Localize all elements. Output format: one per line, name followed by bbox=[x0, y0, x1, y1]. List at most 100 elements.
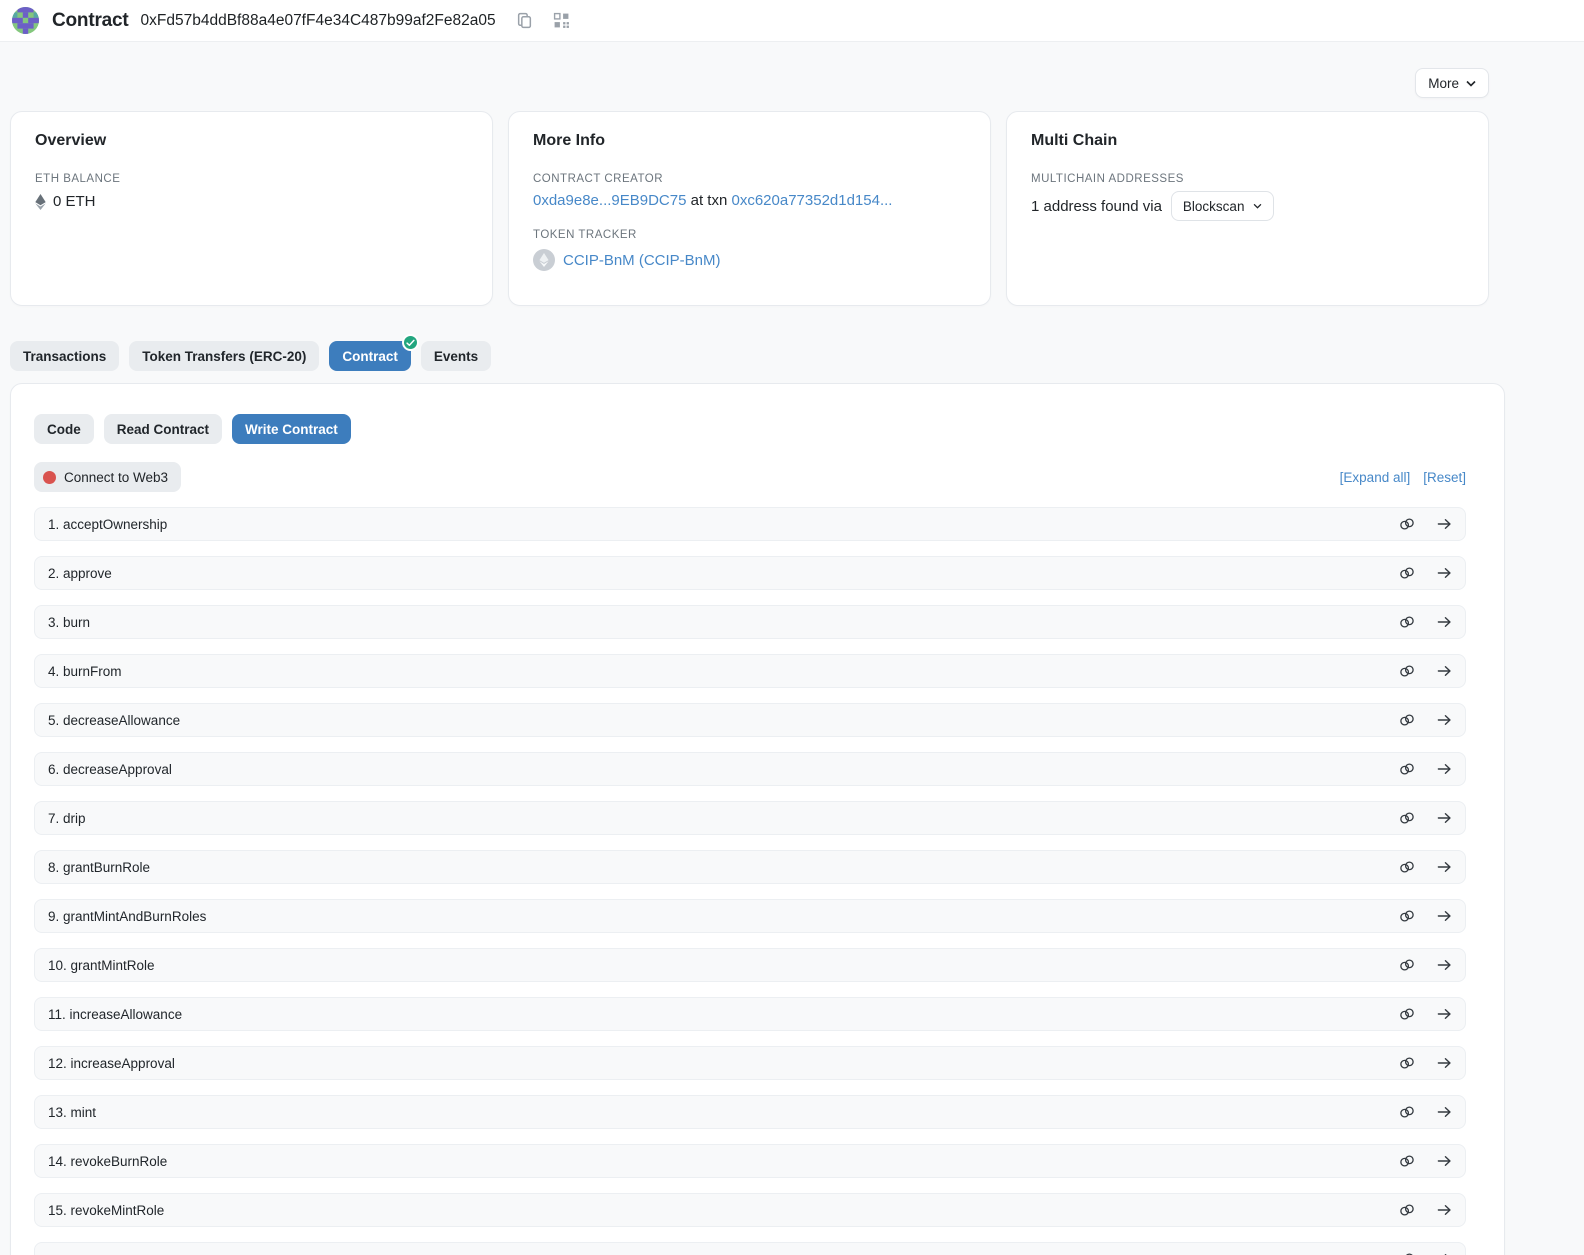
contract-creator-label: CONTRACT CREATOR bbox=[533, 173, 966, 185]
contract-panel: Code Read Contract Write Contract Connec… bbox=[10, 383, 1505, 1255]
eth-balance-label: ETH BALANCE bbox=[35, 173, 468, 185]
function-label: 2. approve bbox=[48, 566, 112, 581]
function-row[interactable]: 15. revokeMintRole bbox=[34, 1193, 1466, 1227]
expand-arrow-icon[interactable] bbox=[1437, 616, 1452, 628]
tab-events[interactable]: Events bbox=[421, 341, 491, 371]
expand-arrow-icon[interactable] bbox=[1437, 1155, 1452, 1167]
function-row[interactable]: 3. burn bbox=[34, 605, 1466, 639]
function-row[interactable]: 6. decreaseApproval bbox=[34, 752, 1466, 786]
copy-address-icon[interactable] bbox=[516, 12, 533, 29]
function-row[interactable]: 12. increaseApproval bbox=[34, 1046, 1466, 1080]
multichain-card: Multi Chain MULTICHAIN ADDRESSES 1 addre… bbox=[1006, 111, 1489, 306]
function-row[interactable]: 4. burnFrom bbox=[34, 654, 1466, 688]
creator-address-link[interactable]: 0xda9e8e...9EB9DC75 bbox=[533, 192, 686, 209]
permalink-icon[interactable] bbox=[1399, 713, 1415, 727]
connect-to-web3-button[interactable]: Connect to Web3 bbox=[34, 462, 181, 492]
function-row[interactable]: 13. mint bbox=[34, 1095, 1466, 1129]
more-label: More bbox=[1428, 76, 1459, 91]
permalink-icon[interactable] bbox=[1399, 1007, 1415, 1021]
function-row[interactable]: 1. acceptOwnership bbox=[34, 507, 1466, 541]
web3-status-dot-icon bbox=[43, 471, 56, 484]
overview-title: Overview bbox=[35, 132, 468, 150]
write-functions-list: 1. acceptOwnership 2. approve 3. burn 4. bu… bbox=[34, 507, 1466, 1255]
function-label: 15. revokeMintRole bbox=[48, 1203, 164, 1218]
permalink-icon[interactable] bbox=[1399, 1154, 1415, 1168]
permalink-icon[interactable] bbox=[1399, 909, 1415, 923]
expand-arrow-icon[interactable] bbox=[1437, 959, 1452, 971]
expand-arrow-icon[interactable] bbox=[1437, 812, 1452, 824]
expand-arrow-icon[interactable] bbox=[1437, 861, 1452, 873]
tabs-row: Transactions Token Transfers (ERC-20) Co… bbox=[10, 341, 1574, 371]
page-title: Contract bbox=[52, 10, 129, 32]
tab-transactions[interactable]: Transactions bbox=[10, 341, 119, 371]
permalink-icon[interactable] bbox=[1399, 664, 1415, 678]
expand-arrow-icon[interactable] bbox=[1437, 1057, 1452, 1069]
blockscan-select[interactable]: Blockscan bbox=[1171, 191, 1275, 221]
function-row[interactable]: 5. decreaseAllowance bbox=[34, 703, 1466, 737]
chevron-down-icon bbox=[1253, 203, 1262, 209]
verified-check-icon bbox=[402, 334, 419, 351]
overview-card: Overview ETH BALANCE 0 ETH bbox=[10, 111, 493, 306]
ethereum-icon bbox=[35, 194, 46, 210]
write-toolbar: Connect to Web3 [Expand all] [Reset] bbox=[34, 462, 1466, 492]
subtab-read-contract[interactable]: Read Contract bbox=[104, 414, 222, 444]
expand-arrow-icon[interactable] bbox=[1437, 714, 1452, 726]
function-label: 3. burn bbox=[48, 615, 90, 630]
more-info-title: More Info bbox=[533, 132, 966, 150]
function-label: 1. acceptOwnership bbox=[48, 517, 167, 532]
contract-blockies-avatar bbox=[12, 7, 39, 34]
function-label: 12. increaseApproval bbox=[48, 1056, 175, 1071]
expand-arrow-icon[interactable] bbox=[1437, 665, 1452, 677]
function-row[interactable]: 7. drip bbox=[34, 801, 1466, 835]
eth-balance-value: 0 ETH bbox=[53, 193, 96, 210]
function-row[interactable]: 2. approve bbox=[34, 556, 1466, 590]
qr-code-icon[interactable] bbox=[553, 12, 570, 29]
topbar: Contract 0xFd57b4ddBf88a4e07fF4e34C487b9… bbox=[0, 0, 1584, 42]
expand-arrow-icon[interactable] bbox=[1437, 1204, 1452, 1216]
permalink-icon[interactable] bbox=[1399, 762, 1415, 776]
function-label: 4. burnFrom bbox=[48, 664, 122, 679]
multichain-addresses-label: MULTICHAIN ADDRESSES bbox=[1031, 173, 1464, 185]
function-row[interactable]: 10. grantMintRole bbox=[34, 948, 1466, 982]
subtab-write-contract[interactable]: Write Contract bbox=[232, 414, 351, 444]
expand-arrow-icon[interactable] bbox=[1437, 763, 1452, 775]
creator-txn-link[interactable]: 0xc620a77352d1d154... bbox=[731, 192, 892, 209]
more-info-card: More Info CONTRACT CREATOR 0xda9e8e...9E… bbox=[508, 111, 991, 306]
contract-subtabs: Code Read Contract Write Contract bbox=[34, 414, 1466, 444]
expand-arrow-icon[interactable] bbox=[1437, 567, 1452, 579]
function-label: 9. grantMintAndBurnRoles bbox=[48, 909, 206, 924]
function-row-partial[interactable] bbox=[34, 1242, 1466, 1255]
function-label: 6. decreaseApproval bbox=[48, 762, 172, 777]
function-row[interactable]: 9. grantMintAndBurnRoles bbox=[34, 899, 1466, 933]
permalink-icon[interactable] bbox=[1399, 1105, 1415, 1119]
tab-contract[interactable]: Contract bbox=[329, 341, 411, 371]
expand-arrow-icon[interactable] bbox=[1437, 1008, 1452, 1020]
chevron-down-icon bbox=[1466, 80, 1476, 87]
blockscan-select-value: Blockscan bbox=[1183, 199, 1245, 214]
token-tracker-link[interactable]: CCIP-BnM (CCIP-BnM) bbox=[563, 252, 721, 269]
reset-link[interactable]: [Reset] bbox=[1423, 470, 1466, 485]
permalink-icon[interactable] bbox=[1399, 615, 1415, 629]
function-row[interactable]: 14. revokeBurnRole bbox=[34, 1144, 1466, 1178]
creator-connector-text: at txn bbox=[686, 192, 731, 209]
expand-arrow-icon[interactable] bbox=[1437, 518, 1452, 530]
permalink-icon[interactable] bbox=[1399, 1203, 1415, 1217]
token-tracker-label: TOKEN TRACKER bbox=[533, 229, 966, 241]
function-row[interactable]: 8. grantBurnRole bbox=[34, 850, 1466, 884]
contract-address: 0xFd57b4ddBf88a4e07fF4e34C487b99af2Fe82a… bbox=[141, 12, 496, 30]
multichain-title: Multi Chain bbox=[1031, 132, 1464, 150]
permalink-icon[interactable] bbox=[1399, 860, 1415, 874]
tab-token-transfers[interactable]: Token Transfers (ERC-20) bbox=[129, 341, 319, 371]
expand-all-link[interactable]: [Expand all] bbox=[1340, 470, 1411, 485]
expand-arrow-icon[interactable] bbox=[1437, 910, 1452, 922]
permalink-icon[interactable] bbox=[1399, 566, 1415, 580]
permalink-icon[interactable] bbox=[1399, 958, 1415, 972]
more-dropdown-button[interactable]: More bbox=[1415, 68, 1489, 98]
expand-arrow-icon[interactable] bbox=[1437, 1106, 1452, 1118]
permalink-icon[interactable] bbox=[1399, 811, 1415, 825]
permalink-icon[interactable] bbox=[1399, 517, 1415, 531]
permalink-icon[interactable] bbox=[1399, 1056, 1415, 1070]
subtab-code[interactable]: Code bbox=[34, 414, 94, 444]
function-label: 7. drip bbox=[48, 811, 86, 826]
function-row[interactable]: 11. increaseAllowance bbox=[34, 997, 1466, 1031]
